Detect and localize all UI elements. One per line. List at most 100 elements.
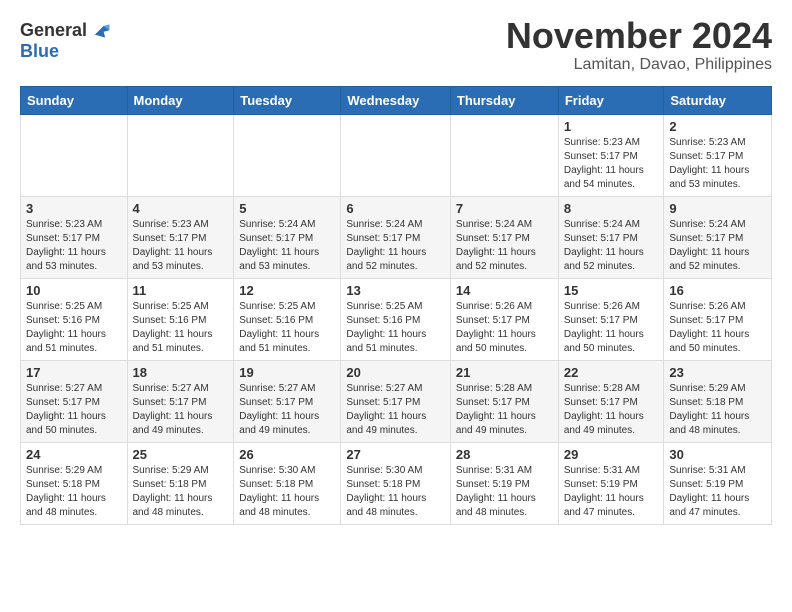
calendar-cell: 28Sunrise: 5:31 AMSunset: 5:19 PMDayligh…: [450, 442, 558, 524]
day-number: 18: [133, 365, 229, 380]
calendar-cell: 12 Sunrise: 5:25 AMSunset: 5:16 PMDayligh…: [234, 278, 341, 360]
calendar-cell: 4Sunrise: 5:23 AMSunset: 5:17 PMDaylight…: [127, 196, 234, 278]
day-number: 15: [564, 283, 659, 298]
day-number: 5: [239, 201, 335, 216]
calendar-cell: [341, 114, 451, 196]
calendar-cell: 18 Sunrise: 5:27 AMSunset: 5:17 PMDayligh…: [127, 360, 234, 442]
day-info: Sunrise: 5:25 AMSunset: 5:16 PMDaylight:…: [26, 300, 122, 356]
day-number: 9: [669, 201, 766, 216]
day-number: 13: [346, 283, 445, 298]
day-number: 23: [669, 365, 766, 380]
calendar-week-row: 17 Sunrise: 5:27 AMSunset: 5:17 PMDayligh…: [21, 360, 772, 442]
day-number: 2: [669, 119, 766, 134]
header: General Blue November 2024 Lamitan, Dava…: [20, 16, 772, 74]
day-info: Sunrise: 5:30 AMSunset: 5:18 PMDaylight:…: [239, 464, 335, 520]
logo-general-text: General: [20, 21, 87, 41]
calendar-cell: 7 Sunrise: 5:24 AMSunset: 5:17 PMDaylight…: [450, 196, 558, 278]
calendar-header-thursday: Thursday: [450, 86, 558, 114]
day-info: Sunrise: 5:29 AMSunset: 5:18 PMDaylight:…: [669, 382, 766, 438]
day-number: 21: [456, 365, 553, 380]
calendar-cell: 6 Sunrise: 5:24 AMSunset: 5:17 PMDaylight…: [341, 196, 451, 278]
day-number: 14: [456, 283, 553, 298]
calendar-cell: 26 Sunrise: 5:30 AMSunset: 5:18 PMDayligh…: [234, 442, 341, 524]
day-info: Sunrise: 5:24 AMSunset: 5:17 PMDaylight:…: [239, 218, 335, 274]
calendar-header-sunday: Sunday: [21, 86, 128, 114]
calendar-cell: 14 Sunrise: 5:26 AMSunset: 5:17 PMDayligh…: [450, 278, 558, 360]
calendar-cell: 11Sunrise: 5:25 AMSunset: 5:16 PMDayligh…: [127, 278, 234, 360]
day-info: Sunrise: 5:31 AMSunset: 5:19 PMDaylight:…: [564, 464, 659, 520]
calendar-cell: 1Sunrise: 5:23 AMSunset: 5:17 PMDaylight…: [558, 114, 664, 196]
calendar-cell: 24 Sunrise: 5:29 AMSunset: 5:18 PMDayligh…: [21, 442, 128, 524]
day-number: 24: [26, 447, 122, 462]
day-info: Sunrise: 5:30 AMSunset: 5:18 PMDaylight:…: [346, 464, 445, 520]
calendar-header-wednesday: Wednesday: [341, 86, 451, 114]
logo-blue-text: Blue: [20, 42, 111, 62]
day-info: Sunrise: 5:24 AMSunset: 5:17 PMDaylight:…: [346, 218, 445, 274]
day-number: 10: [26, 283, 122, 298]
day-info: Sunrise: 5:31 AMSunset: 5:19 PMDaylight:…: [456, 464, 553, 520]
day-number: 20: [346, 365, 445, 380]
calendar-header-tuesday: Tuesday: [234, 86, 341, 114]
day-number: 3: [26, 201, 122, 216]
day-number: 25: [133, 447, 229, 462]
calendar-cell: 10 Sunrise: 5:25 AMSunset: 5:16 PMDayligh…: [21, 278, 128, 360]
day-number: 17: [26, 365, 122, 380]
day-info: Sunrise: 5:28 AMSunset: 5:17 PMDaylight:…: [456, 382, 553, 438]
calendar-cell: 9 Sunrise: 5:24 AMSunset: 5:17 PMDaylight…: [664, 196, 772, 278]
day-info: Sunrise: 5:28 AMSunset: 5:17 PMDaylight:…: [564, 382, 659, 438]
location: Lamitan, Davao, Philippines: [506, 56, 772, 74]
calendar-header-saturday: Saturday: [664, 86, 772, 114]
calendar-header-friday: Friday: [558, 86, 664, 114]
day-info: Sunrise: 5:24 AMSunset: 5:17 PMDaylight:…: [564, 218, 659, 274]
day-info: Sunrise: 5:25 AMSunset: 5:16 PMDaylight:…: [346, 300, 445, 356]
calendar-cell: 19Sunrise: 5:27 AMSunset: 5:17 PMDayligh…: [234, 360, 341, 442]
calendar-cell: 2Sunrise: 5:23 AMSunset: 5:17 PMDaylight…: [664, 114, 772, 196]
calendar-header-row: SundayMondayTuesdayWednesdayThursdayFrid…: [21, 86, 772, 114]
calendar-cell: 23 Sunrise: 5:29 AMSunset: 5:18 PMDayligh…: [664, 360, 772, 442]
day-info: Sunrise: 5:23 AMSunset: 5:17 PMDaylight:…: [26, 218, 122, 274]
day-number: 29: [564, 447, 659, 462]
calendar-cell: 3 Sunrise: 5:23 AMSunset: 5:17 PMDaylight…: [21, 196, 128, 278]
calendar-cell: [450, 114, 558, 196]
day-number: 8: [564, 201, 659, 216]
day-number: 30: [669, 447, 766, 462]
calendar-week-row: 1Sunrise: 5:23 AMSunset: 5:17 PMDaylight…: [21, 114, 772, 196]
day-info: Sunrise: 5:31 AMSunset: 5:19 PMDaylight:…: [669, 464, 766, 520]
month-title: November 2024: [506, 16, 772, 56]
calendar-cell: 21 Sunrise: 5:28 AMSunset: 5:17 PMDayligh…: [450, 360, 558, 442]
calendar-cell: [21, 114, 128, 196]
calendar-week-row: 3 Sunrise: 5:23 AMSunset: 5:17 PMDaylight…: [21, 196, 772, 278]
day-info: Sunrise: 5:27 AMSunset: 5:17 PMDaylight:…: [346, 382, 445, 438]
calendar-cell: 17Sunrise: 5:27 AMSunset: 5:17 PMDayligh…: [21, 360, 128, 442]
day-number: 6: [346, 201, 445, 216]
day-info: Sunrise: 5:23 AMSunset: 5:17 PMDaylight:…: [133, 218, 229, 274]
day-info: Sunrise: 5:29 AMSunset: 5:18 PMDaylight:…: [133, 464, 229, 520]
day-number: 19: [239, 365, 335, 380]
calendar-week-row: 10 Sunrise: 5:25 AMSunset: 5:16 PMDayligh…: [21, 278, 772, 360]
calendar-table: SundayMondayTuesdayWednesdayThursdayFrid…: [20, 86, 772, 525]
day-info: Sunrise: 5:25 AMSunset: 5:16 PMDaylight:…: [239, 300, 335, 356]
day-info: Sunrise: 5:29 AMSunset: 5:18 PMDaylight:…: [26, 464, 122, 520]
calendar-cell: 8 Sunrise: 5:24 AMSunset: 5:17 PMDaylight…: [558, 196, 664, 278]
day-info: Sunrise: 5:27 AMSunset: 5:17 PMDaylight:…: [133, 382, 229, 438]
day-number: 12: [239, 283, 335, 298]
calendar-cell: [234, 114, 341, 196]
day-info: Sunrise: 5:24 AMSunset: 5:17 PMDaylight:…: [456, 218, 553, 274]
logo-bird-icon: [89, 20, 111, 42]
calendar-cell: 25 Sunrise: 5:29 AMSunset: 5:18 PMDayligh…: [127, 442, 234, 524]
page: General Blue November 2024 Lamitan, Dava…: [0, 0, 792, 612]
day-info: Sunrise: 5:24 AMSunset: 5:17 PMDaylight:…: [669, 218, 766, 274]
day-info: Sunrise: 5:26 AMSunset: 5:17 PMDaylight:…: [564, 300, 659, 356]
calendar-cell: 29 Sunrise: 5:31 AMSunset: 5:19 PMDayligh…: [558, 442, 664, 524]
calendar-cell: 5 Sunrise: 5:24 AMSunset: 5:17 PMDaylight…: [234, 196, 341, 278]
calendar-cell: 22 Sunrise: 5:28 AMSunset: 5:17 PMDayligh…: [558, 360, 664, 442]
day-number: 26: [239, 447, 335, 462]
calendar-cell: 16 Sunrise: 5:26 AMSunset: 5:17 PMDayligh…: [664, 278, 772, 360]
day-info: Sunrise: 5:26 AMSunset: 5:17 PMDaylight:…: [669, 300, 766, 356]
calendar-cell: 13 Sunrise: 5:25 AMSunset: 5:16 PMDayligh…: [341, 278, 451, 360]
day-info: Sunrise: 5:26 AMSunset: 5:17 PMDaylight:…: [456, 300, 553, 356]
day-number: 22: [564, 365, 659, 380]
calendar-cell: 20 Sunrise: 5:27 AMSunset: 5:17 PMDayligh…: [341, 360, 451, 442]
day-number: 7: [456, 201, 553, 216]
day-number: 16: [669, 283, 766, 298]
